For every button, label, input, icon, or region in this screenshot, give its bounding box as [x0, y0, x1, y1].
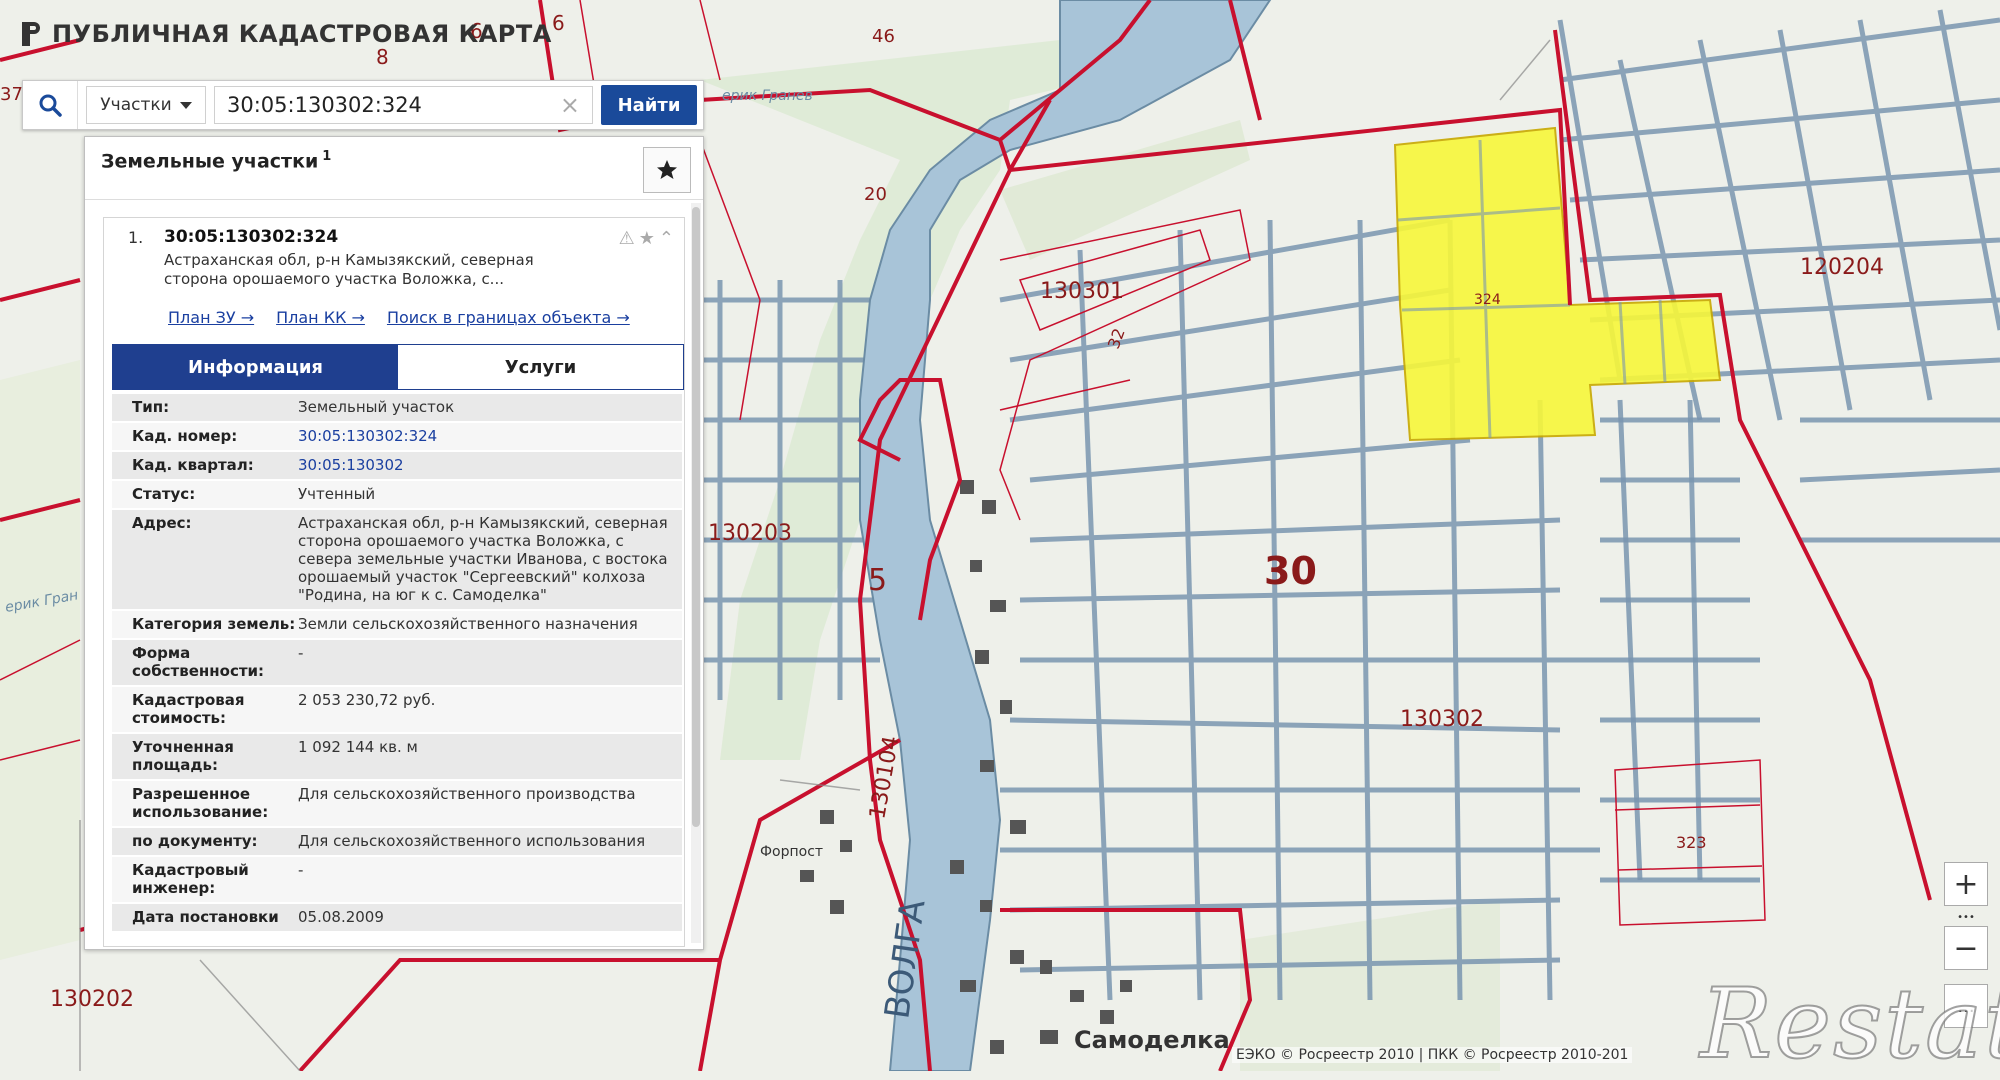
prop-row: Тип: Земельный участок [112, 394, 682, 423]
prop-label: Категория земель: [132, 615, 296, 633]
panel-scrollbar[interactable] [691, 203, 701, 943]
prop-row: Адрес: Астраханская обл, р-н Камызякский,… [112, 510, 682, 611]
panel-title: Земельные участки 1 [101, 149, 331, 172]
prop-row: Кад. номер: 30:05:130302:324 [112, 423, 682, 452]
map-label-5: 5 [868, 563, 887, 598]
search-bar: Участки 30:05:130302:324 × Найти [22, 80, 704, 130]
search-input[interactable]: 30:05:130302:324 × [214, 86, 593, 124]
map-label-30: 30 [1264, 549, 1317, 593]
zoom-in-button[interactable]: + [1944, 862, 1988, 906]
prop-row: Категория земель: Земли сельскохозяйствен… [112, 611, 682, 640]
tab-services[interactable]: Услуги [398, 345, 683, 389]
divider [85, 199, 703, 200]
clear-icon[interactable]: × [560, 91, 580, 119]
link-plan-kk[interactable]: План КК → [276, 308, 365, 327]
prop-value: Для сельскохозяйственного производства [298, 785, 636, 803]
rosreestr-logo-icon [20, 22, 42, 46]
map-label-130302: 130302 [1400, 707, 1484, 732]
app-logo[interactable]: ПУБЛИЧНАЯ КАДАСТРОВАЯ КАРТА [20, 20, 552, 48]
panel-title-count: 1 [322, 149, 332, 164]
prop-value: Земельный участок [298, 398, 455, 416]
result-address: Астраханская обл, р-н Камызякский, север… [164, 251, 534, 288]
prop-label: Кад. номер: [132, 427, 238, 445]
prop-value: 1 092 144 кв. м [298, 738, 418, 756]
prop-row: Форма собственности: - [112, 640, 682, 687]
map-label-324: 324 [1474, 292, 1501, 308]
prop-value: Астраханская обл, р-н Камызякский, север… [298, 514, 668, 604]
link-search-in-bounds[interactable]: Поиск в границах объекта → [387, 308, 630, 327]
prop-value: - [298, 644, 304, 662]
prop-row: Кадастровая стоимость: 2 053 230,72 руб. [112, 687, 682, 734]
prop-value-link[interactable]: 30:05:130302:324 [298, 427, 682, 445]
search-input-value: 30:05:130302:324 [227, 93, 422, 117]
prop-row: Разрешенное использование: Для сельскохоз… [112, 781, 682, 828]
prop-row: Статус: Учтенный [112, 481, 682, 510]
result-links: План ЗУ → План КК → Поиск в границах объ… [168, 308, 630, 327]
prop-label: Разрешенное использование: [132, 785, 269, 821]
label-forpost: Форпост [760, 844, 823, 860]
result-index: 1. [128, 228, 144, 247]
prop-label: Кадастровый инженер: [132, 861, 249, 897]
map-label-130301: 130301 [1040, 279, 1124, 304]
star-icon[interactable]: ★ [639, 228, 655, 249]
prop-row: по документу: Для сельскохозяйственного и… [112, 828, 682, 857]
tab-information[interactable]: Информация [113, 345, 398, 389]
prop-label: Форма собственности: [132, 644, 265, 680]
zoom-out-button[interactable]: − [1944, 926, 1988, 970]
chevron-up-icon[interactable]: ⌃ [659, 228, 674, 249]
map-label-46: 46 [872, 26, 895, 47]
prop-label: Кадастровая стоимость: [132, 691, 245, 727]
prop-value: 05.08.2009 [298, 908, 384, 926]
result-card: 1. 30:05:130302:324 Астраханская обл, р-… [103, 217, 685, 947]
map-label-8: 8 [376, 45, 389, 69]
warning-icon[interactable]: ⚠ [619, 228, 635, 249]
panel-title-text: Земельные участки [101, 150, 319, 173]
prop-value: 2 053 230,72 руб. [298, 691, 436, 709]
map-label-37: 37 [0, 84, 23, 105]
prop-value: Земли сельскохозяйственного назначения [298, 615, 638, 633]
link-plan-zu[interactable]: План ЗУ → [168, 308, 254, 327]
properties-table: Тип: Земельный участок Кад. номер: 30:05:1… [112, 394, 682, 933]
results-panel: Земельные участки 1 1. 30:05:130302:324 А… [84, 136, 704, 950]
star-icon [657, 160, 677, 179]
app-title: ПУБЛИЧНАЯ КАДАСТРОВАЯ КАРТА [52, 20, 552, 48]
prop-value-link[interactable]: 30:05:130302 [298, 456, 682, 474]
prop-value: Учтенный [298, 485, 376, 503]
result-actions: ⚠ ★ ⌃ [619, 228, 674, 249]
prop-label: по документу: [132, 832, 258, 850]
map-label-323: 323 [1676, 833, 1707, 852]
map-label-6a: 6 [552, 11, 565, 35]
find-button[interactable]: Найти [601, 85, 697, 125]
map-label-130203: 130203 [708, 521, 792, 546]
prop-row: Кадастровый инженер: - [112, 857, 682, 904]
label-erik-granev: ерик Гранев [722, 88, 813, 104]
prop-label: Уточненная площадь: [132, 738, 234, 774]
search-icon[interactable] [23, 81, 78, 129]
prop-label: Адрес: [132, 514, 192, 532]
town-label-samodelka: Самоделка [1074, 1026, 1230, 1054]
map-attribution: ЕЭКО © Росреестр 2010 | ПКК © Росреестр … [1232, 1047, 1633, 1063]
map-label-120204: 120204 [1800, 255, 1884, 280]
prop-label: Статус: [132, 485, 196, 503]
result-tabs: Информация Услуги [112, 344, 684, 390]
prop-row: Уточненная площадь: 1 092 144 кв. м [112, 734, 682, 781]
favorites-button[interactable] [643, 147, 691, 193]
zoom-controls: + ••• − [1944, 862, 1988, 976]
watermark: Restate [1699, 967, 2000, 1080]
map-label-130202: 130202 [50, 987, 134, 1012]
result-cad-number[interactable]: 30:05:130302:324 [164, 227, 338, 247]
map-label-20: 20 [864, 184, 887, 205]
prop-row: Кад. квартал: 30:05:130302 [112, 452, 682, 481]
prop-value: Для сельскохозяйственного использования [298, 832, 646, 850]
scroll-thumb[interactable] [692, 207, 700, 827]
prop-row: Дата постановки 05.08.2009 [112, 904, 682, 933]
prop-label: Кад. квартал: [132, 456, 254, 474]
search-type-value: Участки [100, 95, 172, 115]
prop-value: - [298, 861, 304, 879]
prop-label: Тип: [132, 398, 170, 416]
chevron-down-icon [179, 101, 192, 109]
search-type-select[interactable]: Участки [86, 86, 206, 124]
prop-label: Дата постановки [132, 908, 279, 926]
zoom-level-indicator[interactable]: ••• [1944, 912, 1988, 923]
